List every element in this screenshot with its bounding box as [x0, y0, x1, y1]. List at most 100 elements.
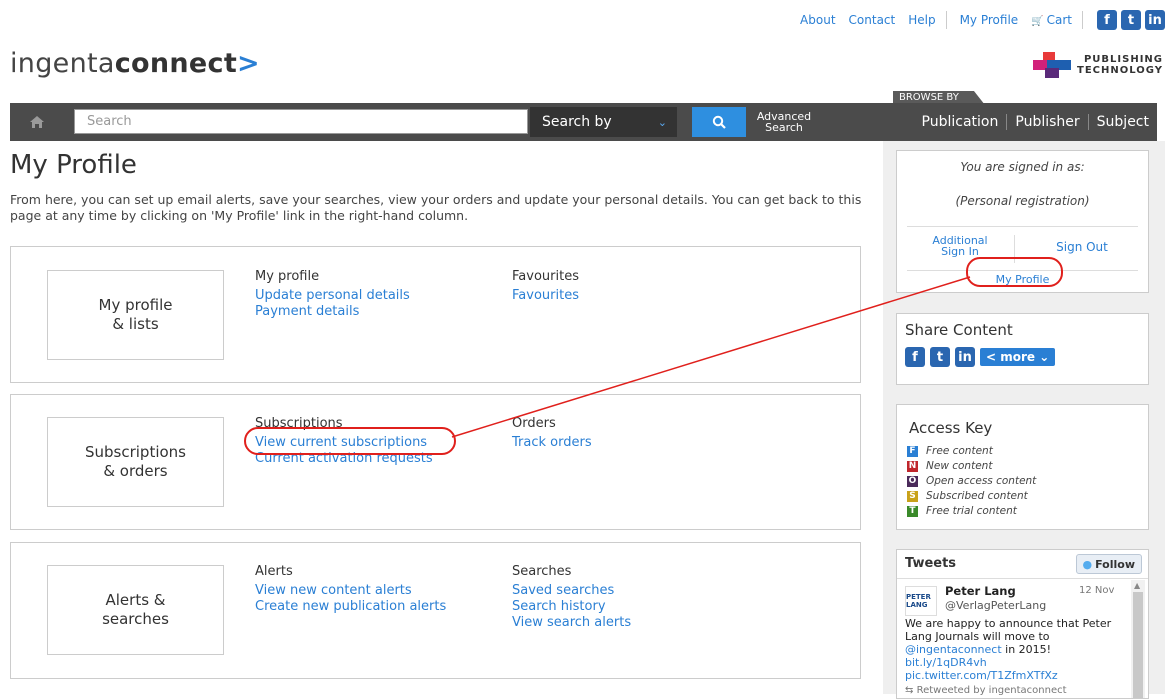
- subscriptions-column: Subscriptions View current subscriptions…: [255, 416, 433, 467]
- tweet-link[interactable]: bit.ly/1qDR4vh: [905, 656, 1125, 669]
- sign-out-link[interactable]: Sign Out: [1022, 240, 1142, 254]
- section-subscriptions-orders: Subscriptions & orders Subscriptions View…: [10, 394, 861, 530]
- tweet-media-link[interactable]: pic.twitter.com/T1ZfmXTfXz: [905, 669, 1125, 682]
- linkedin-icon[interactable]: in: [955, 347, 975, 367]
- facebook-icon[interactable]: f: [1097, 10, 1117, 30]
- publishing-technology-mark-icon: [1033, 52, 1072, 78]
- section-profile-lists: My profile & lists My profile Update pers…: [10, 246, 861, 383]
- help-link[interactable]: Help: [908, 13, 935, 27]
- my-profile-link[interactable]: My Profile: [960, 13, 1019, 27]
- signed-in-as-label: You are signed in as:: [960, 160, 1085, 174]
- nav-divider: [945, 11, 947, 29]
- signed-in-box: You are signed in as: (Personal registra…: [896, 150, 1149, 293]
- update-personal-details-link[interactable]: Update personal details: [255, 288, 410, 304]
- home-icon[interactable]: [10, 103, 64, 141]
- tweet-date[interactable]: 12 Nov: [1079, 585, 1114, 596]
- divider: [1014, 235, 1015, 263]
- share-icon: <: [986, 350, 997, 364]
- twitter-bird-icon: ●: [1082, 557, 1093, 571]
- tweet-handle[interactable]: @VerlagPeterLang: [945, 599, 1046, 612]
- publishing-technology-wordmark: PUBLISHING TECHNOLOGY: [1077, 54, 1163, 76]
- logo-light-text: ingenta: [10, 48, 115, 79]
- about-link[interactable]: About: [800, 13, 835, 27]
- facebook-icon[interactable]: f: [905, 347, 925, 367]
- follow-button[interactable]: ● Follow: [1075, 554, 1142, 574]
- page-title: My Profile: [10, 150, 137, 180]
- contact-link[interactable]: Contact: [849, 13, 896, 27]
- search-input[interactable]: Search: [74, 109, 528, 134]
- social-links: f t in: [1093, 10, 1165, 30]
- search-button[interactable]: [692, 107, 746, 137]
- my-profile-column: My profile Update personal details Payme…: [255, 269, 410, 320]
- tweet-mention-link[interactable]: @ingentaconnect: [905, 643, 1002, 656]
- saved-searches-link[interactable]: Saved searches: [512, 583, 631, 599]
- access-key-trial: T Free trial content: [907, 505, 1017, 517]
- column-heading: Subscriptions: [255, 416, 343, 431]
- avatar[interactable]: PETER LANG: [905, 586, 937, 616]
- right-sidebar: You are signed in as: (Personal registra…: [883, 141, 1165, 699]
- search-by-label: Search by: [542, 114, 612, 130]
- free-content-icon: F: [907, 445, 918, 457]
- search-by-dropdown[interactable]: Search by ⌄: [530, 107, 677, 137]
- publishing-technology-logo[interactable]: PUBLISHING TECHNOLOGY: [1033, 52, 1163, 78]
- tweet-author[interactable]: Peter Lang: [945, 584, 1016, 598]
- column-heading: Searches: [512, 564, 572, 579]
- favourites-column: Favourites Favourites: [512, 269, 579, 304]
- section-box-label: Subscriptions & orders: [47, 417, 224, 507]
- access-key-open: O Open access content: [907, 475, 1037, 487]
- new-content-icon: N: [907, 460, 918, 472]
- retweeted-by: ⇆ Retweeted by ingentaconnect: [905, 685, 1067, 696]
- page-intro: From here, you can set up email alerts, …: [10, 192, 862, 223]
- share-content-title: Share Content: [905, 321, 1013, 339]
- ingentaconnect-logo[interactable]: ingentaconnect>: [10, 48, 260, 79]
- search-icon: [712, 115, 726, 129]
- twitter-icon[interactable]: t: [930, 347, 950, 367]
- advanced-search-link[interactable]: Advanced Search: [752, 111, 816, 133]
- browse-by-nav: Publication Publisher Subject: [914, 103, 1157, 141]
- column-heading: My profile: [255, 269, 320, 284]
- favourites-link[interactable]: Favourites: [512, 288, 579, 304]
- divider: [897, 578, 1148, 579]
- subscribed-content-icon: S: [907, 490, 918, 502]
- browse-publisher[interactable]: Publisher: [1006, 114, 1087, 130]
- payment-details-link[interactable]: Payment details: [255, 304, 410, 320]
- section-box-label: Alerts & searches: [47, 565, 224, 655]
- cart-icon: 🛒: [1031, 16, 1044, 27]
- access-key-subscribed: S Subscribed content: [907, 490, 1028, 502]
- search-history-link[interactable]: Search history: [512, 599, 631, 615]
- scroll-up-icon: ▲: [1134, 581, 1141, 590]
- create-new-publication-alerts-link[interactable]: Create new publication alerts: [255, 599, 446, 615]
- sidebar-my-profile-link[interactable]: My Profile: [897, 273, 1148, 286]
- chevron-down-icon: ⌄: [657, 115, 667, 129]
- cart-label: Cart: [1046, 13, 1072, 27]
- section-box-label: My profile & lists: [47, 270, 224, 360]
- tweets-scrollbar[interactable]: ▲: [1131, 580, 1145, 698]
- registration-type: (Personal registration): [955, 194, 1090, 208]
- share-more-button[interactable]: < more ⌄: [980, 348, 1056, 366]
- tweets-title: Tweets: [905, 556, 957, 571]
- tweets-widget: Tweets ● Follow PETER LANG Peter Lang @Ve…: [896, 549, 1149, 699]
- alerts-column: Alerts View new content alerts Create ne…: [255, 564, 446, 615]
- linkedin-icon[interactable]: in: [1145, 10, 1165, 30]
- access-key-free: F Free content: [907, 445, 993, 457]
- view-current-subscriptions-link[interactable]: View current subscriptions: [255, 435, 433, 451]
- cart-link[interactable]: 🛒 Cart: [1031, 13, 1072, 27]
- scrollbar-thumb[interactable]: [1133, 592, 1143, 698]
- twitter-icon[interactable]: t: [1121, 10, 1141, 30]
- view-new-content-alerts-link[interactable]: View new content alerts: [255, 583, 446, 599]
- view-search-alerts-link[interactable]: View search alerts: [512, 615, 631, 631]
- search-bar: Search Search by ⌄ Advanced Search Publi…: [10, 103, 1157, 141]
- share-icons: f t in < more ⌄: [905, 347, 1056, 367]
- logo-bold-text: connect: [114, 48, 238, 79]
- browse-publication[interactable]: Publication: [914, 114, 1007, 130]
- current-activation-requests-link[interactable]: Current activation requests: [255, 451, 433, 467]
- browse-subject[interactable]: Subject: [1087, 114, 1157, 130]
- top-utility-nav: About Contact Help My Profile 🛒 Cart f t …: [787, 10, 1165, 30]
- additional-sign-in-link[interactable]: Additional Sign In: [913, 235, 1007, 257]
- free-trial-icon: T: [907, 505, 918, 517]
- logo-chevron-icon: >: [237, 48, 260, 79]
- column-heading: Orders: [512, 416, 556, 431]
- nav-divider: [1082, 11, 1083, 29]
- track-orders-link[interactable]: Track orders: [512, 435, 592, 451]
- sign-in-actions: Additional Sign In Sign Out: [907, 226, 1138, 271]
